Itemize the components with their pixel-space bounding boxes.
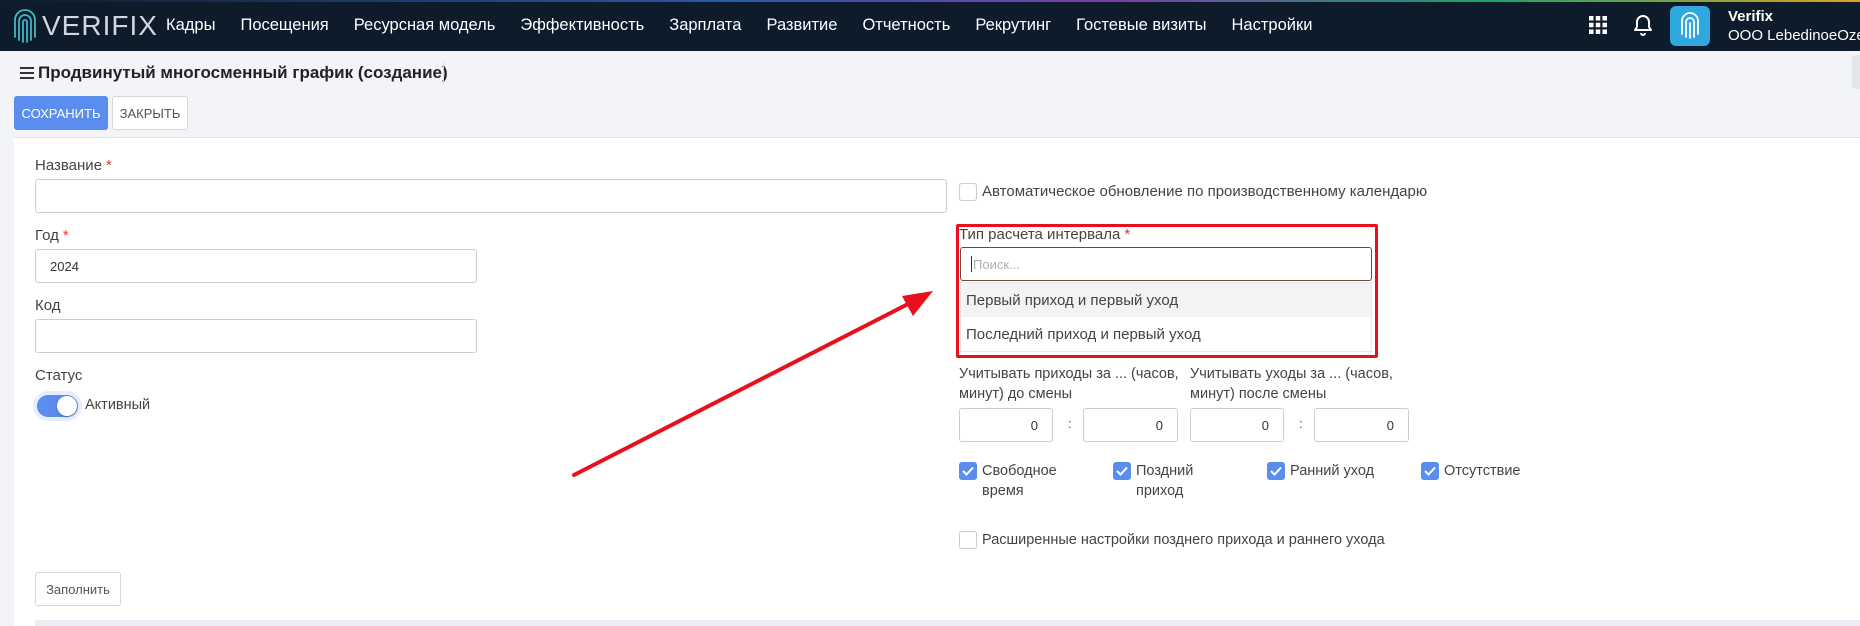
annotation-arrow-icon [572,291,933,477]
